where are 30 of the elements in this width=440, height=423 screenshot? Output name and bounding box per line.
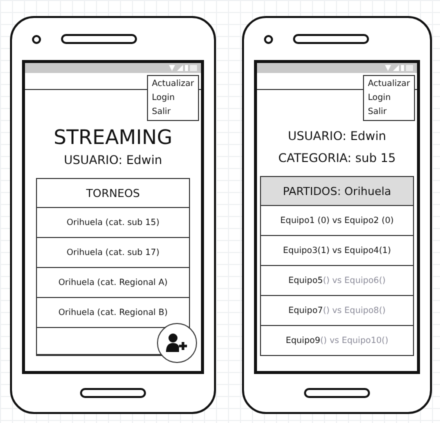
list-item[interactable]: Equipo5() vs Equipo6() [261,266,413,296]
camera-icon [32,34,41,44]
menu-item[interactable]: Salir [152,106,194,118]
speaker-icon [293,34,369,44]
list-header: TORNEOS [37,179,189,208]
home-button[interactable] [304,388,370,398]
info-label: USUARIO: Edwin [288,128,386,145]
app-title: STREAMING [54,126,172,148]
menu-item[interactable]: Login [368,92,410,104]
home-button[interactable] [80,388,146,398]
list-item[interactable]: Equipo9() vs Equipo10() [261,326,413,355]
list-item[interactable]: Orihuela (cat. Regional A) [37,268,189,298]
add-user-button[interactable] [157,323,197,363]
speaker-icon [61,34,137,44]
list-item[interactable]: Equipo3(1) vs Equipo4(1) [261,236,413,266]
info-label: CATEGORIA: sub 15 [278,150,396,167]
status-icons [169,64,197,72]
status-icons [385,64,413,72]
camera-icon [264,34,273,44]
list-item[interactable]: Equipo1 (0) vs Equipo2 (0) [261,206,413,236]
menu-item[interactable]: Actualizar [368,78,410,90]
list-item[interactable]: Equipo7() vs Equipo8() [261,296,413,326]
menu-item[interactable]: Actualizar [152,78,194,90]
menu-item[interactable]: Login [152,92,194,104]
add-user-icon [166,333,188,353]
info-label: USUARIO: Edwin [64,152,162,169]
list-item[interactable]: Orihuela (cat. sub 17) [37,238,189,268]
menu-item[interactable]: Salir [368,106,410,118]
list-header: PARTIDOS: Orihuela [261,177,413,206]
list-item[interactable]: Orihuela (cat. sub 15) [37,208,189,238]
